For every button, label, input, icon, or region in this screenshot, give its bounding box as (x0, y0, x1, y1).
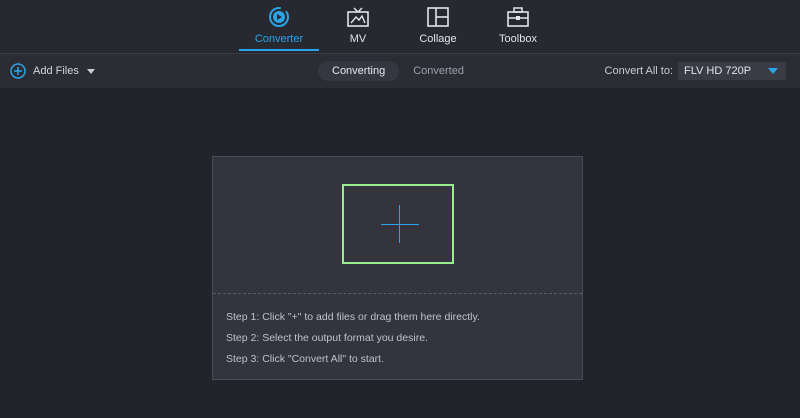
nav-toolbox-label: Toolbox (499, 33, 537, 45)
step-1-text: Step 1: Click "+" to add files or drag t… (226, 311, 480, 323)
add-file-plus-button[interactable] (342, 184, 454, 264)
toolbox-icon (507, 7, 529, 27)
add-files-button[interactable]: Add Files (10, 62, 95, 80)
dropdown-arrow-icon (768, 68, 778, 74)
instruction-steps: Step 1: Click "+" to add files or drag t… (226, 310, 480, 373)
top-navigation: Converter MV Collage Toolbox (0, 0, 800, 53)
add-circle-icon (10, 63, 26, 79)
nav-converter-label: Converter (254, 33, 304, 45)
collage-icon (427, 7, 449, 27)
nav-toolbox[interactable]: Toolbox (478, 0, 558, 53)
nav-mv-label: MV (349, 33, 367, 45)
tv-icon (347, 7, 369, 27)
chevron-down-icon[interactable] (86, 68, 95, 74)
dashed-divider (213, 293, 582, 294)
file-drop-zone[interactable]: Step 1: Click "+" to add files or drag t… (212, 156, 583, 380)
add-files-label: Add Files (33, 65, 79, 77)
plus-icon-vertical (399, 205, 400, 243)
convert-all-label: Convert All to: (604, 65, 673, 77)
tab-converting[interactable]: Converting (318, 61, 400, 81)
toolbar: Add Files Converting Converted Convert A… (0, 54, 800, 88)
plus-icon (381, 224, 419, 225)
step-3-text: Step 3: Click "Convert All" to start. (226, 353, 385, 365)
nav-collage-label: Collage (419, 33, 457, 45)
nav-converter[interactable]: Converter (239, 0, 319, 53)
step-2-text: Step 2: Select the output format you des… (226, 332, 428, 344)
active-tab-indicator (239, 49, 319, 51)
status-tabs: Converting Converted (318, 61, 478, 81)
nav-collage[interactable]: Collage (398, 0, 478, 53)
tab-converted[interactable]: Converted (399, 61, 478, 81)
convert-all-control: Convert All to: FLV HD 720P (605, 61, 786, 81)
converter-icon (269, 7, 289, 27)
nav-mv[interactable]: MV (318, 0, 398, 53)
output-format-select[interactable]: FLV HD 720P (678, 62, 786, 80)
output-format-value: FLV HD 720P (684, 65, 752, 77)
